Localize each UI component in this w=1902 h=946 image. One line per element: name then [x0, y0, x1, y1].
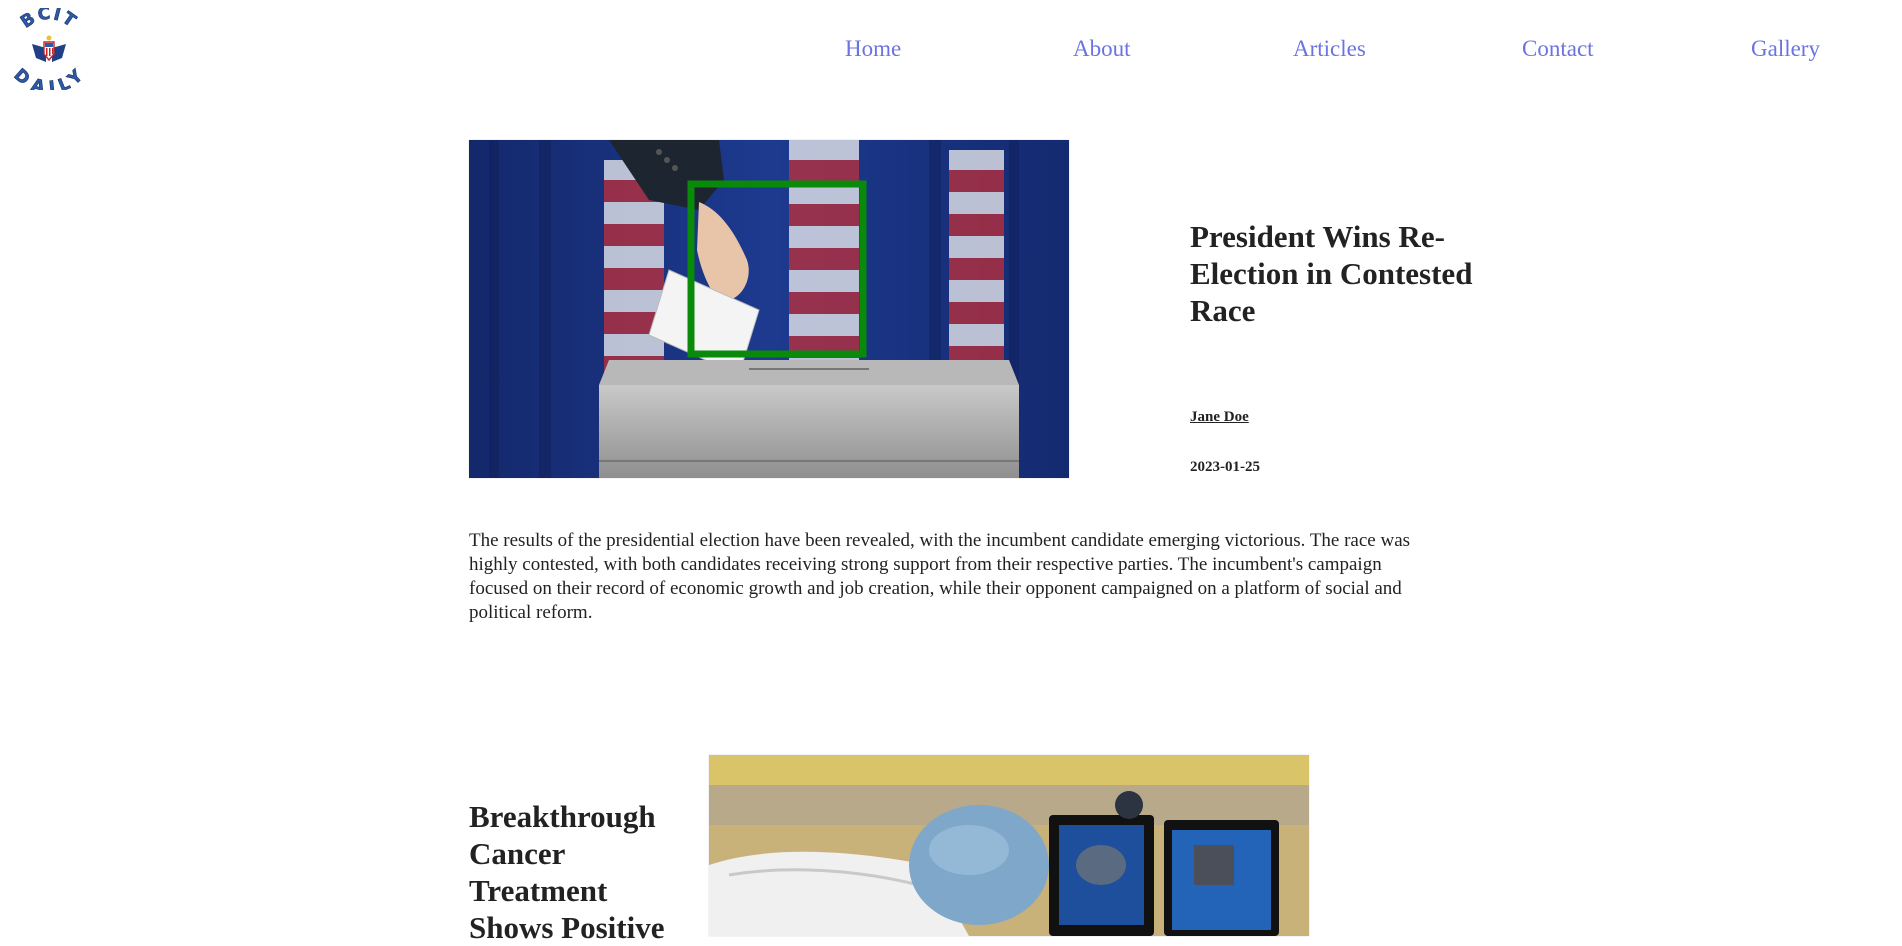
nav-gallery-link[interactable]: Gallery	[1751, 36, 1820, 62]
article-author-link[interactable]: Jane Doe	[1190, 409, 1249, 426]
ballot-box-photo-icon	[469, 140, 1069, 478]
nav-about-link[interactable]: About	[1073, 36, 1131, 62]
article-image-medical[interactable]	[709, 755, 1309, 936]
article-date: 2023-01-25	[1190, 459, 1260, 475]
nav-contact-link[interactable]: Contact	[1522, 36, 1594, 62]
main-nav: Home About Articles Contact Gallery	[0, 30, 1902, 70]
logo-text-top: BCIT	[17, 3, 79, 33]
article-body: The results of the presidential election…	[469, 530, 1411, 623]
nav-articles-link[interactable]: Articles	[1293, 36, 1366, 62]
article-title-2[interactable]: Breakthrough Cancer Treatment Shows Posi…	[469, 798, 689, 946]
medical-operating-room-photo-icon	[709, 755, 1309, 936]
svg-text:BCIT: BCIT	[17, 8, 81, 33]
article-title[interactable]: President Wins Re-Election in Contested …	[1190, 218, 1490, 329]
nav-home-link[interactable]: Home	[845, 36, 901, 62]
article-image-ballot[interactable]	[469, 140, 1069, 478]
